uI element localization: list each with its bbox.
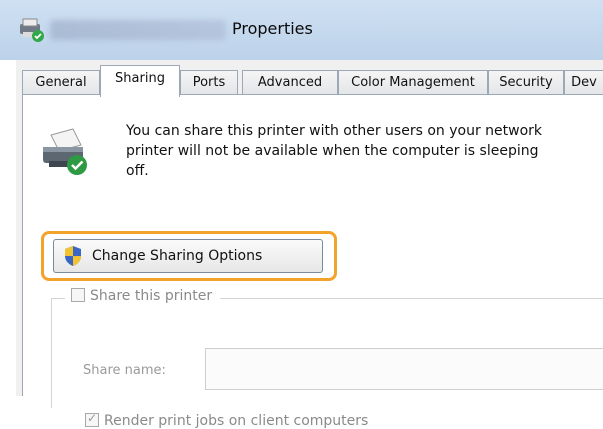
tab-color-management[interactable]: Color Management — [338, 70, 488, 95]
tab-sharing[interactable]: Sharing — [100, 65, 180, 97]
tab-strip: General Sharing Ports Advanced Color Man… — [16, 65, 603, 97]
printer-properties-window: Properties General Sharing Ports Advance… — [0, 0, 603, 429]
share-printer-checkbox-row[interactable]: Share this printer — [65, 288, 221, 310]
share-name-label: Share name: — [83, 363, 166, 378]
window-title: Properties — [232, 19, 313, 38]
tab-security[interactable]: Security — [488, 70, 564, 95]
tab-advanced[interactable]: Advanced — [242, 70, 338, 95]
tab-ports[interactable]: Ports — [180, 70, 238, 95]
dialog-client-area: General Sharing Ports Advanced Color Man… — [16, 60, 603, 429]
render-jobs-checkbox-row[interactable]: Render print jobs on client computers — [85, 411, 369, 429]
tab-general[interactable]: General — [22, 70, 100, 95]
sharing-panel: You can share this printer with other us… — [22, 94, 603, 429]
sharing-info-text: You can share this printer with other us… — [126, 121, 603, 181]
info-line: printer will not be available when the c… — [126, 143, 539, 159]
blurred-printer-name — [50, 20, 226, 40]
info-line: You can share this printer with other us… — [126, 123, 543, 139]
render-jobs-checkbox[interactable] — [85, 411, 99, 427]
change-sharing-options-button[interactable]: Change Sharing Options — [53, 239, 323, 273]
tab-device[interactable]: Dev — [564, 70, 603, 95]
info-line: off. — [126, 163, 149, 179]
share-printer-checkbox[interactable] — [71, 288, 85, 302]
printer-share-icon — [43, 128, 87, 175]
printer-share-icon — [20, 18, 44, 42]
render-jobs-label: Render print jobs on client computers — [104, 413, 369, 429]
title-bar: Properties — [0, 0, 603, 60]
share-printer-label: Share this printer — [90, 288, 213, 304]
uac-shield-icon — [65, 246, 81, 266]
share-name-input[interactable] — [205, 348, 603, 390]
